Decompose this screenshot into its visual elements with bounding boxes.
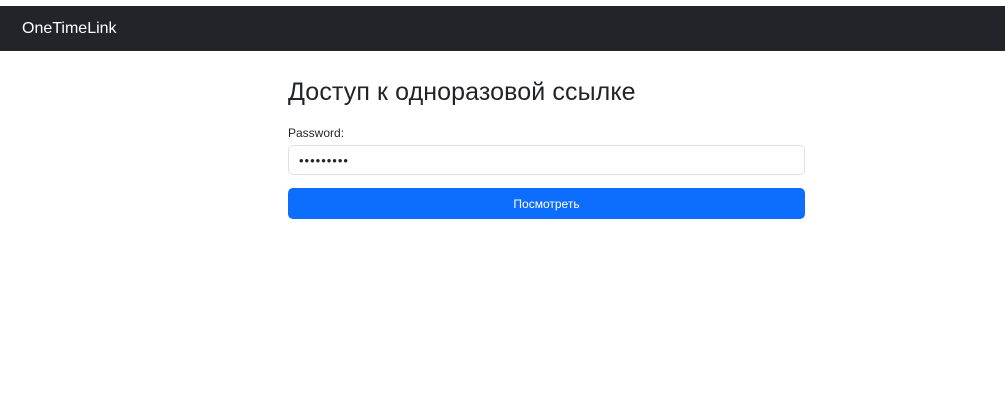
- view-button[interactable]: Посмотреть: [288, 188, 805, 219]
- page-title: Доступ к одноразовой ссылке: [288, 78, 636, 106]
- navbar: OneTimeLink: [0, 6, 1005, 51]
- access-form: Password: Посмотреть: [288, 126, 805, 219]
- main-content: Доступ к одноразовой ссылке Password: По…: [288, 77, 805, 219]
- brand-link[interactable]: OneTimeLink: [22, 20, 117, 38]
- password-label: Password:: [288, 126, 345, 140]
- password-input[interactable]: [288, 145, 805, 175]
